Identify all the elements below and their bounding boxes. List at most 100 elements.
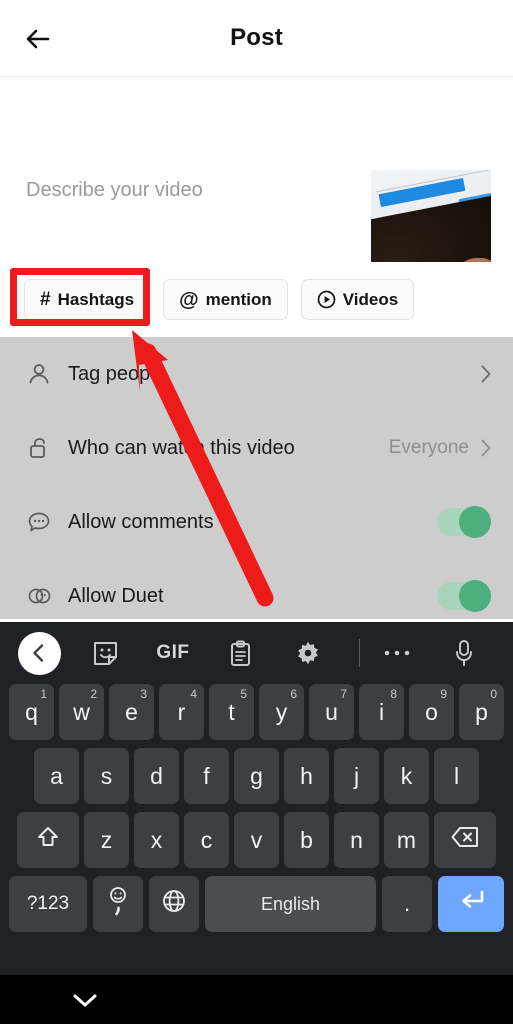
compose-area: Describe your video Select cover bbox=[0, 77, 513, 337]
key-label: d bbox=[150, 762, 163, 789]
key-s[interactable]: s bbox=[84, 748, 129, 804]
key-l[interactable]: l bbox=[434, 748, 479, 804]
key-sup: 3 bbox=[140, 687, 147, 701]
setting-label-tag-people: Tag people bbox=[68, 362, 166, 385]
key-e[interactable]: 3e bbox=[109, 684, 154, 740]
key-k[interactable]: k bbox=[384, 748, 429, 804]
key-u[interactable]: 7u bbox=[309, 684, 354, 740]
unlock-icon bbox=[24, 435, 54, 461]
key-i[interactable]: 8i bbox=[359, 684, 404, 740]
key-y[interactable]: 6y bbox=[259, 684, 304, 740]
mention-chip-label: mention bbox=[205, 289, 272, 309]
key-label: t bbox=[228, 698, 235, 725]
key-label: e bbox=[125, 698, 138, 725]
key-m[interactable]: m bbox=[384, 812, 429, 868]
key-d[interactable]: d bbox=[134, 748, 179, 804]
on-screen-keyboard: GIF 1 q 2 w 3 e 4 r 5 t 6 y 7 u 8 i 9 o … bbox=[0, 622, 513, 975]
setting-label-privacy: Who can watch this video bbox=[68, 436, 295, 459]
emoji-comma-key[interactable] bbox=[93, 876, 143, 932]
key-j[interactable]: j bbox=[334, 748, 379, 804]
language-key[interactable] bbox=[149, 876, 199, 932]
key-sup: 4 bbox=[190, 687, 197, 701]
key-v[interactable]: v bbox=[234, 812, 279, 868]
key-q[interactable]: 1q bbox=[9, 684, 54, 740]
enter-key[interactable] bbox=[438, 876, 504, 932]
hashtags-chip[interactable]: # Hashtags bbox=[24, 279, 151, 320]
key-f[interactable]: f bbox=[184, 748, 229, 804]
toggle-allow-comments[interactable] bbox=[437, 506, 491, 538]
key-label: v bbox=[250, 826, 263, 853]
gear-icon[interactable] bbox=[285, 630, 331, 676]
emoji-comma-icon bbox=[105, 884, 131, 924]
chevron-left-icon[interactable] bbox=[18, 631, 61, 675]
key-label: u bbox=[325, 698, 338, 725]
system-navigation-bar bbox=[0, 975, 513, 1024]
key-label: w bbox=[73, 698, 90, 725]
key-n[interactable]: n bbox=[334, 812, 379, 868]
key-sup: 7 bbox=[340, 687, 347, 701]
hashtags-chip-label: Hashtags bbox=[57, 289, 135, 309]
page-title: Post bbox=[230, 24, 283, 51]
setting-row-allow-comments[interactable]: Allow comments bbox=[0, 485, 513, 559]
description-input[interactable]: Describe your video bbox=[26, 179, 203, 202]
key-label: p bbox=[475, 698, 488, 725]
sticker-icon[interactable] bbox=[83, 630, 129, 676]
setting-row-privacy[interactable]: Who can watch this video Everyone bbox=[0, 411, 513, 485]
key-t[interactable]: 5t bbox=[209, 684, 254, 740]
gif-icon[interactable]: GIF bbox=[150, 630, 196, 676]
chevron-right-icon bbox=[481, 439, 491, 457]
shift-icon bbox=[36, 825, 60, 855]
toolbar-divider bbox=[358, 639, 360, 667]
key-label: s bbox=[100, 762, 113, 789]
key-w[interactable]: 2w bbox=[59, 684, 104, 740]
ellipsis-icon[interactable] bbox=[374, 630, 420, 676]
key-label: b bbox=[300, 826, 313, 853]
key-label: q bbox=[25, 698, 38, 725]
post-screen: Post Describe your video Select cover # … bbox=[0, 0, 513, 1024]
key-label: n bbox=[350, 826, 363, 853]
key-x[interactable]: x bbox=[134, 812, 179, 868]
key-o[interactable]: 9o bbox=[409, 684, 454, 740]
mention-chip[interactable]: @ mention bbox=[163, 279, 288, 320]
key-b[interactable]: b bbox=[284, 812, 329, 868]
key-p[interactable]: 0p bbox=[459, 684, 504, 740]
back-arrow-icon[interactable] bbox=[22, 22, 56, 56]
key-g[interactable]: g bbox=[234, 748, 279, 804]
space-key[interactable]: English bbox=[205, 876, 376, 932]
toggle-knob bbox=[459, 580, 491, 612]
backspace-key[interactable] bbox=[434, 812, 496, 868]
key-h[interactable]: h bbox=[284, 748, 329, 804]
period-key[interactable]: . bbox=[382, 876, 432, 932]
key-sup: 8 bbox=[390, 687, 397, 701]
setting-row-tag-people[interactable]: Tag people bbox=[0, 337, 513, 411]
keyboard-keys: 1q 2w 3e 4r 5t 6y 7u 8i 9o 0p a s d f g … bbox=[0, 684, 513, 932]
at-icon: @ bbox=[179, 288, 199, 311]
key-r[interactable]: 4r bbox=[159, 684, 204, 740]
backspace-icon bbox=[451, 826, 479, 854]
hash-icon: # bbox=[40, 289, 51, 310]
key-a[interactable]: a bbox=[34, 748, 79, 804]
keyboard-row-2: a s d f g h j k l bbox=[3, 748, 510, 804]
symbols-key[interactable]: ?123 bbox=[9, 876, 87, 932]
microphone-icon[interactable] bbox=[441, 630, 487, 676]
videos-chip[interactable]: Videos bbox=[300, 279, 415, 320]
key-sup: 6 bbox=[290, 687, 297, 701]
play-circle-icon bbox=[317, 290, 336, 309]
keyboard-row-4: ?123 English . bbox=[3, 876, 510, 932]
chevron-right-icon bbox=[481, 365, 491, 383]
shift-key[interactable] bbox=[17, 812, 79, 868]
keyboard-row-3: z x c v b n m bbox=[3, 812, 510, 868]
key-label: l bbox=[453, 762, 460, 789]
chevron-down-icon[interactable] bbox=[70, 991, 100, 1014]
clipboard-icon[interactable] bbox=[218, 630, 264, 676]
key-c[interactable]: c bbox=[184, 812, 229, 868]
key-label: i bbox=[378, 698, 385, 725]
comment-icon bbox=[24, 509, 54, 535]
setting-label-allow-duet: Allow Duet bbox=[68, 584, 164, 607]
setting-row-allow-duet[interactable]: Allow Duet bbox=[0, 559, 513, 619]
key-sup: 2 bbox=[90, 687, 97, 701]
key-z[interactable]: z bbox=[84, 812, 129, 868]
key-label: h bbox=[300, 762, 313, 789]
toggle-allow-duet[interactable] bbox=[437, 580, 491, 612]
videos-chip-label: Videos bbox=[342, 289, 399, 309]
